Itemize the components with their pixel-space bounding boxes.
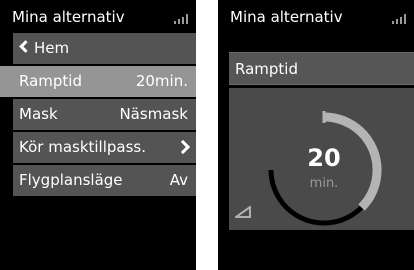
menu-item-label: Kör masktillpass. bbox=[19, 138, 147, 156]
menu-item-label: Mask bbox=[19, 105, 58, 123]
title-bar: Mina alternativ bbox=[0, 0, 196, 33]
ramp-time-value: 20 bbox=[307, 144, 341, 172]
title-bar: Mina alternativ bbox=[218, 0, 414, 33]
menu-item-airplane-mode[interactable]: Flygplansläge Av bbox=[13, 165, 196, 196]
setting-header: Ramptid bbox=[229, 52, 414, 85]
menu-item-value: Näsmask bbox=[119, 105, 188, 123]
left-screen: Mina alternativ Hem Ramptid 20min. Mask … bbox=[0, 0, 196, 270]
menu-item-mask[interactable]: Mask Näsmask bbox=[13, 99, 196, 130]
signal-icon bbox=[392, 14, 406, 24]
chevron-right-icon bbox=[175, 139, 191, 155]
menu-item-ramptid[interactable]: Ramptid 20min. bbox=[0, 66, 196, 97]
menu-item-value: 20min. bbox=[135, 72, 188, 90]
right-screen: Mina alternativ Ramptid 20 min. bbox=[218, 0, 414, 270]
setting-label: Ramptid bbox=[235, 60, 298, 78]
signal-icon bbox=[174, 14, 188, 24]
options-menu: Hem Ramptid 20min. Mask Näsmask Kör mask… bbox=[0, 33, 196, 198]
menu-item-label: Flygplansläge bbox=[19, 171, 123, 189]
screen-title: Mina alternativ bbox=[12, 8, 125, 26]
ramp-time-unit: min. bbox=[309, 176, 339, 191]
back-label: Hem bbox=[34, 39, 70, 57]
menu-item-mask-fit[interactable]: Kör masktillpass. bbox=[13, 132, 196, 163]
ramp-icon bbox=[235, 206, 251, 218]
menu-item-value: Av bbox=[169, 171, 188, 189]
chevron-left-icon bbox=[19, 40, 32, 53]
screen-title: Mina alternativ bbox=[230, 8, 343, 26]
ramp-time-panel[interactable]: 20 min. bbox=[229, 88, 414, 230]
back-button[interactable]: Hem bbox=[13, 33, 196, 64]
menu-item-label: Ramptid bbox=[19, 72, 82, 90]
